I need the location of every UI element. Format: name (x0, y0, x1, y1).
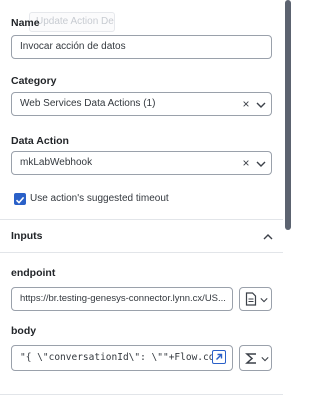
endpoint-input-value: https://br.testing-genesys-connector.lyn… (20, 293, 226, 304)
section-divider (0, 219, 283, 220)
endpoint-label: endpoint (11, 267, 56, 279)
sigma-icon (245, 353, 256, 364)
data-action-select-value: mkLabWebhook (20, 157, 93, 168)
timeout-checkbox[interactable] (14, 193, 26, 205)
name-input-value: Invocar acción de datos (20, 41, 126, 52)
clear-data-action-icon[interactable]: × (240, 157, 252, 169)
chevron-down-icon (260, 298, 268, 303)
data-action-select[interactable]: mkLabWebhook × (11, 151, 272, 175)
body-expression-input[interactable]: "{ \"conversationId\": \""+Flow.conve (11, 345, 233, 371)
chevron-down-icon (261, 357, 269, 362)
chevron-down-icon[interactable] (256, 100, 266, 110)
chevron-down-icon[interactable] (256, 159, 266, 169)
category-label: Category (11, 75, 57, 87)
name-input[interactable]: Invocar acción de datos (11, 35, 272, 59)
category-select[interactable]: Web Services Data Actions (1) × (11, 92, 272, 116)
body-expression-value: "{ \"conversationId\": \""+Flow.conve (20, 352, 216, 363)
body-type-button[interactable] (239, 345, 272, 371)
update-action-tooltip: Update Action Details (29, 12, 115, 32)
scrollbar-thumb[interactable] (285, 0, 291, 230)
name-label: Name (11, 17, 40, 29)
bottom-divider (0, 394, 283, 395)
inputs-section-title: Inputs (11, 230, 43, 242)
expand-editor-button[interactable] (212, 350, 226, 364)
action-properties-panel: Update Action Details Name Invocar acció… (0, 0, 283, 412)
category-select-value: Web Services Data Actions (1) (20, 98, 156, 109)
document-icon (245, 292, 257, 306)
endpoint-type-button[interactable] (239, 287, 272, 311)
inputs-divider (0, 252, 283, 253)
checkmark-icon (15, 196, 25, 204)
body-label: body (11, 325, 37, 337)
chevron-up-icon[interactable] (262, 232, 274, 242)
clear-category-icon[interactable]: × (240, 98, 252, 110)
endpoint-input[interactable]: https://br.testing-genesys-connector.lyn… (11, 287, 233, 311)
data-action-label: Data Action (11, 135, 69, 147)
expand-arrow-icon (216, 353, 223, 360)
timeout-checkbox-label: Use action's suggested timeout (30, 193, 169, 204)
